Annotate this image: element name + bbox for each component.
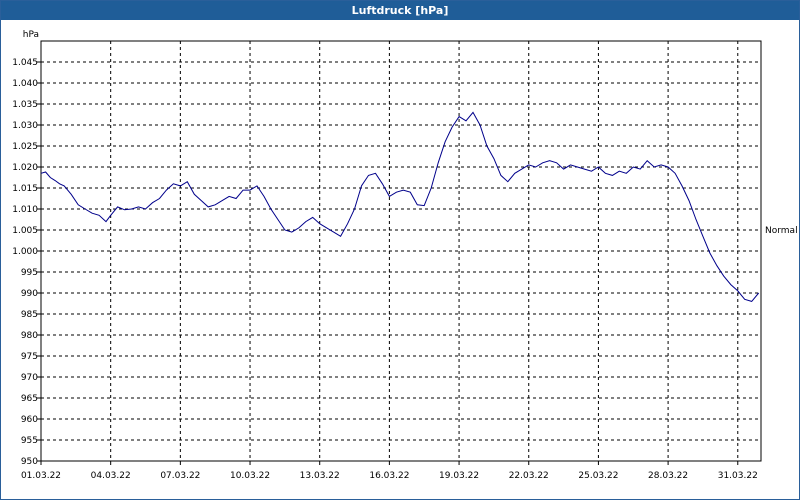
x-tick-label: 22.03.22 xyxy=(509,471,549,481)
y-tick-label: 1.025 xyxy=(12,142,38,152)
pressure-line-chart: 950 955 960 965 970 975 980 985 990 995 1.000 1.005… xyxy=(12,30,798,481)
x-tick-label: 01.03.22 xyxy=(21,471,61,481)
y-tick-label: 1.035 xyxy=(12,100,38,110)
y-tick-label: 980 xyxy=(21,331,38,341)
y-tick-label: 990 xyxy=(21,289,38,299)
chart-area: 950 955 960 965 970 975 980 985 990 995 1.000 1.005… xyxy=(1,21,799,499)
x-tick-label: 28.03.22 xyxy=(648,471,688,481)
x-tick-label: 19.03.22 xyxy=(439,471,479,481)
y-tick-label: 965 xyxy=(21,394,38,404)
window-title: Luftdruck [hPa] xyxy=(1,1,799,20)
y-tick-label: 985 xyxy=(21,310,38,320)
y-tick-label: 1.045 xyxy=(12,58,38,68)
y-tick-label: 1.015 xyxy=(12,184,38,194)
y-tick-label: 975 xyxy=(21,352,38,362)
y-tick-label: 1.005 xyxy=(12,226,38,236)
pressure-series-line xyxy=(40,111,760,302)
x-tick-label: 13.03.22 xyxy=(300,471,340,481)
y-tick-label: 950 xyxy=(21,457,38,467)
y-tick-label: 970 xyxy=(21,373,38,383)
x-tick-label: 25.03.22 xyxy=(578,471,618,481)
y-tick-label: 960 xyxy=(21,415,38,425)
y-tick-label: 955 xyxy=(21,436,38,446)
normal-reference-label: Normal xyxy=(765,226,798,236)
x-tick-label: 31.03.22 xyxy=(718,471,758,481)
x-tick-label: 07.03.22 xyxy=(160,471,200,481)
chart-window: Luftdruck [hPa] 950 955 960 965 970 975 980 985… xyxy=(0,0,800,500)
y-tick-label: 1.030 xyxy=(12,121,38,131)
y-tick-label: 1.010 xyxy=(12,205,38,215)
y-tick-label: 1.040 xyxy=(12,79,38,89)
x-tick-label: 16.03.22 xyxy=(369,471,409,481)
y-tick-label: 1.020 xyxy=(12,163,38,173)
y-axis-unit-label: hPa xyxy=(23,30,39,40)
x-tick-label: 04.03.22 xyxy=(91,471,131,481)
y-tick-label: 1.000 xyxy=(12,247,38,257)
y-tick-label: 995 xyxy=(21,268,38,278)
x-tick-label: 10.03.22 xyxy=(230,471,270,481)
